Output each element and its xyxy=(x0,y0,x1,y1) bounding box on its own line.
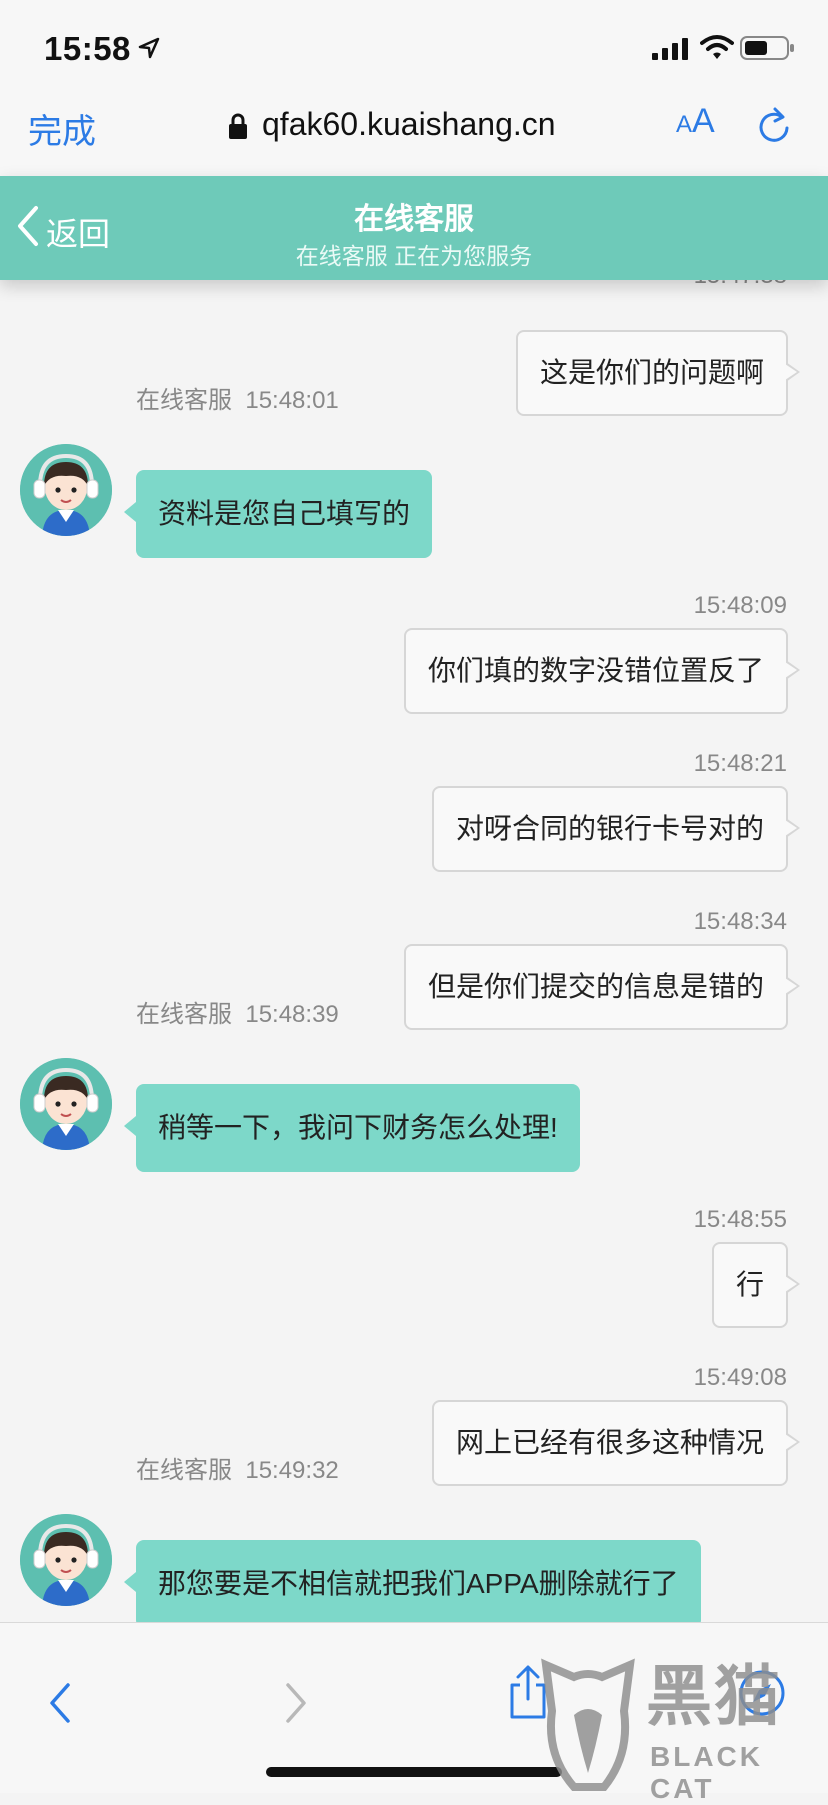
agent-avatar xyxy=(20,444,112,536)
message-time: 15:47:38 xyxy=(694,280,787,290)
lock-icon xyxy=(229,113,247,139)
agent-avatar xyxy=(20,1058,112,1150)
message-time: 15:49:08 xyxy=(693,1364,787,1391)
message-bubble: 资料是您自己填写的 xyxy=(123,470,433,558)
chat-header: 返回 在线客服 在线客服 正在为您服务 xyxy=(0,176,828,280)
browser-url-bar: 完成 qfak60.kuaishang.cn AA xyxy=(0,88,828,176)
signal-icon xyxy=(652,38,688,60)
chat-title: 在线客服 xyxy=(354,203,474,236)
message-bubble: 你们填的数字没错位置反了 xyxy=(403,628,801,714)
agent-name: 在线客服 xyxy=(136,387,232,414)
home-indicator[interactable] xyxy=(266,1767,562,1777)
agent-meta: 在线客服 15:48:39 xyxy=(136,994,339,1029)
agent-name: 在线客服 xyxy=(136,1457,232,1484)
message-bubble: 但是你们提交的信息是错的 xyxy=(403,944,801,1030)
forward-icon[interactable] xyxy=(280,1677,312,1729)
chat-subtitle: 在线客服 正在为您服务 xyxy=(295,243,533,269)
message-bubble: 网上已经有很多这种情况 xyxy=(431,1400,801,1486)
message-bubble: 对呀合同的银行卡号对的 xyxy=(431,786,801,872)
reload-icon[interactable] xyxy=(756,106,792,146)
message-time: 15:48:01 xyxy=(245,387,339,414)
agent-name: 在线客服 xyxy=(136,1001,232,1028)
watermark-chinese: 黑猫 xyxy=(646,1659,782,1733)
status-bar: 15:58 xyxy=(0,0,828,88)
message-bubble: 稍等一下，我问下财务怎么处理! xyxy=(124,1084,580,1172)
agent-meta: 在线客服 15:49:32 xyxy=(136,1450,339,1485)
battery-icon xyxy=(740,36,794,60)
wifi-icon xyxy=(700,35,734,59)
text-size-small-label: A xyxy=(676,111,693,138)
message-bubble: 那您要是不相信就把我们APPA删除就行了 xyxy=(124,1540,701,1622)
watermark-english: BLACK CAT xyxy=(650,1741,763,1804)
back-icon[interactable] xyxy=(44,1677,76,1729)
message-time: 15:48:55 xyxy=(693,1206,787,1233)
message-time: 15:49:32 xyxy=(245,1457,339,1484)
message-time: 15:48:21 xyxy=(693,750,787,777)
message-bubble: 这是你们的问题啊 xyxy=(515,330,801,416)
message-list[interactable]: 15:47:38 这是你们的问题啊 在线客服 15:48:01 资料是您自己填写… xyxy=(0,280,828,1622)
done-button[interactable]: 完成 xyxy=(28,104,96,153)
url-text[interactable]: qfak60.kuaishang.cn xyxy=(262,106,556,143)
agent-meta: 在线客服 15:48:01 xyxy=(136,380,339,415)
browser-toolbar: 黑猫 BLACK CAT xyxy=(0,1622,828,1804)
text-size-button[interactable]: AA xyxy=(676,102,722,146)
status-time: 15:58 xyxy=(44,30,131,67)
message-bubble: 行 xyxy=(711,1242,801,1328)
message-time: 15:48:39 xyxy=(245,1001,339,1028)
agent-avatar xyxy=(20,1514,112,1606)
cat-icon xyxy=(541,1658,635,1791)
location-arrow-icon xyxy=(138,37,160,59)
message-time: 15:48:09 xyxy=(693,592,787,619)
message-time: 15:48:34 xyxy=(693,908,787,935)
text-size-large-label: A xyxy=(692,102,715,140)
watermark: 黑猫 BLACK CAT xyxy=(528,1643,828,1804)
